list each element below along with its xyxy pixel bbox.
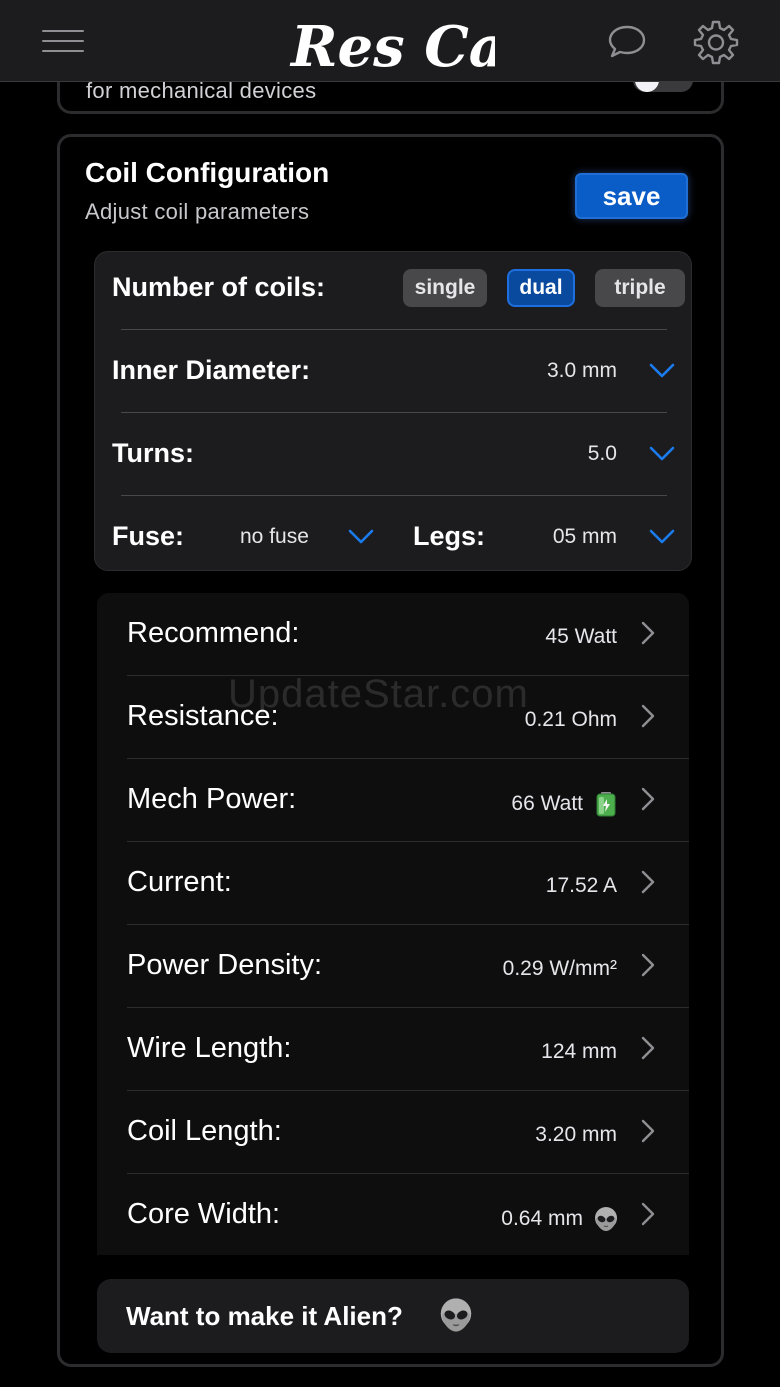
result-label: Core Width: — [127, 1198, 281, 1230]
result-value: 124 mm — [541, 1040, 617, 1064]
result-row-resistance[interactable]: Resistance: 0.21 Ohm — [97, 676, 689, 759]
inner-diameter-value: 3.0 mm — [546, 359, 617, 382]
result-value-text: 3.20 mm — [535, 1123, 617, 1146]
result-row-wire-length[interactable]: Wire Length: 124 mm — [97, 1008, 689, 1091]
alien-icon — [440, 1298, 472, 1332]
chevron-down-icon[interactable] — [649, 529, 675, 545]
coil-option-dual[interactable]: dual — [507, 269, 575, 307]
result-value: 17.52 A — [546, 874, 617, 898]
result-label: Power Density: — [127, 949, 323, 981]
number-of-coils-label: Number of coils: — [112, 272, 326, 302]
result-row-recommend[interactable]: Recommend: 45 Watt — [97, 593, 689, 676]
app-header: Res Calc — [0, 0, 780, 82]
result-row-core-width[interactable]: Core Width: 0.64 mm — [97, 1174, 689, 1255]
result-label: Recommend: — [127, 617, 300, 649]
gear-icon — [693, 20, 739, 65]
result-value-text: 0.29 W/mm² — [502, 957, 617, 980]
speech-bubble-icon — [608, 25, 646, 58]
menu-line — [42, 40, 84, 42]
menu-button[interactable] — [42, 30, 84, 54]
result-value-text: 45 Watt — [545, 625, 617, 648]
chevron-right-icon — [641, 621, 655, 645]
menu-line — [42, 50, 84, 52]
settings-button[interactable] — [692, 18, 740, 66]
legs-value[interactable]: 05 mm — [553, 525, 617, 549]
config-panel: Number of coils: single dual triple Inne… — [94, 251, 692, 571]
menu-line — [42, 30, 84, 32]
chat-button[interactable] — [606, 22, 648, 62]
results-list: Recommend: 45 Watt Resistance: 0.21 Ohm … — [97, 593, 689, 1255]
result-value-text: 0.21 Ohm — [524, 708, 617, 731]
legs-label: Legs: — [413, 521, 486, 551]
chevron-right-icon — [641, 1036, 655, 1060]
result-row-power-density[interactable]: Power Density: 0.29 W/mm² — [97, 925, 689, 1008]
result-row-mech-power[interactable]: Mech Power: 66 Watt — [97, 759, 689, 842]
app-logo: Res Calc — [289, 14, 495, 80]
chevron-down-icon[interactable] — [348, 529, 374, 545]
chevron-down-icon[interactable] — [649, 363, 675, 379]
chevron-right-icon — [641, 1119, 655, 1143]
result-value-text: 124 mm — [541, 1040, 617, 1063]
result-value-text: 17.52 A — [545, 874, 617, 897]
result-value-text: 0.64 mm — [501, 1207, 583, 1230]
result-value: 3.20 mm — [535, 1123, 617, 1147]
turns-value: 5.0 — [587, 442, 617, 465]
alien-icon — [595, 1207, 617, 1231]
result-value: 0.29 W/mm² — [503, 957, 617, 981]
make-alien-text: Want to make it Alien? — [126, 1301, 403, 1331]
card-subtitle: Adjust coil parameters — [85, 199, 310, 224]
inner-diameter-row[interactable]: Inner Diameter: 3.0 mm — [95, 329, 691, 412]
result-row-coil-length[interactable]: Coil Length: 3.20 mm — [97, 1091, 689, 1174]
coil-configuration-card: Coil Configuration Adjust coil parameter… — [57, 134, 724, 1367]
chevron-right-icon — [641, 953, 655, 977]
chevron-down-icon[interactable] — [649, 446, 675, 462]
result-value: 45 Watt — [545, 625, 617, 649]
fuse-value[interactable]: no fuse — [240, 525, 309, 549]
chevron-right-icon — [641, 1202, 655, 1226]
coil-option-single[interactable]: single — [403, 269, 487, 307]
turns-label: Turns: — [112, 438, 194, 468]
battery-icon — [596, 792, 616, 817]
make-alien-button[interactable]: Want to make it Alien? — [97, 1279, 689, 1353]
result-value-text: 66 Watt — [511, 792, 583, 815]
fuse-legs-row: Fuse: no fuse Legs: 05 mm — [95, 495, 691, 578]
coil-option-triple[interactable]: triple — [595, 269, 685, 307]
chevron-right-icon — [641, 870, 655, 894]
fuse-label: Fuse: — [112, 521, 185, 551]
result-label: Coil Length: — [127, 1115, 282, 1147]
save-button[interactable]: save — [575, 173, 688, 219]
result-label: Wire Length: — [127, 1032, 292, 1064]
result-label: Mech Power: — [127, 783, 297, 815]
number-of-coils-row: Number of coils: single dual triple — [95, 252, 691, 335]
turns-row[interactable]: Turns: 5.0 — [95, 412, 691, 495]
inner-diameter-label: Inner Diameter: — [112, 355, 311, 385]
chevron-right-icon — [641, 787, 655, 811]
result-row-current[interactable]: Current: 17.52 A — [97, 842, 689, 925]
logo-text: Res Calc — [289, 14, 495, 80]
result-value: 66 Watt — [511, 791, 619, 817]
result-value: 0.64 mm — [501, 1206, 619, 1232]
chevron-right-icon — [641, 704, 655, 728]
result-label: Resistance: — [127, 700, 279, 732]
result-label: Current: — [127, 866, 232, 898]
result-value: 0.21 Ohm — [525, 708, 617, 732]
card-title: Coil Configuration — [85, 157, 330, 188]
